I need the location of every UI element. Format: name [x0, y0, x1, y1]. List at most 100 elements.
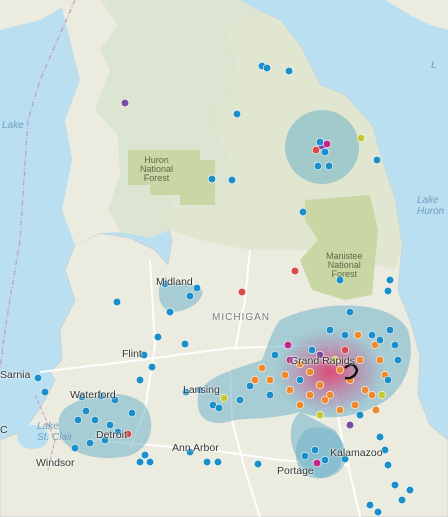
map-point-107[interactable] — [250, 375, 260, 385]
map-point-72[interactable] — [305, 367, 315, 377]
map-point-7[interactable] — [298, 207, 308, 217]
map-point-29[interactable] — [180, 339, 190, 349]
map-point-55[interactable] — [310, 445, 320, 455]
map-point-95[interactable] — [375, 335, 385, 345]
map-point-116[interactable] — [373, 507, 383, 517]
map-point-98[interactable] — [393, 355, 403, 365]
map-point-83[interactable] — [350, 400, 360, 410]
map-point-4[interactable] — [232, 109, 242, 119]
map-point-100[interactable] — [377, 390, 387, 400]
map-point-21[interactable] — [345, 307, 355, 317]
map-point-27[interactable] — [112, 297, 122, 307]
map-point-112[interactable] — [375, 432, 385, 442]
map-point-24[interactable] — [185, 291, 195, 301]
map-point-42[interactable] — [105, 420, 115, 430]
map-point-23[interactable] — [192, 283, 202, 293]
map-point-56[interactable] — [320, 455, 330, 465]
map-point-96[interactable] — [385, 325, 395, 335]
map-point-33[interactable] — [33, 373, 43, 383]
map-point-114[interactable] — [383, 460, 393, 470]
map-point-48[interactable] — [140, 450, 150, 460]
map-point-94[interactable] — [367, 330, 377, 340]
map-point-111[interactable] — [353, 330, 363, 340]
map-point-119[interactable] — [405, 485, 415, 495]
label-lake-east: Lake Huron — [417, 195, 444, 217]
map-point-106[interactable] — [265, 390, 275, 400]
map-point-63[interactable] — [235, 395, 245, 405]
label-lake-st-clair: Lake St. Clair — [37, 421, 73, 443]
map-point-93[interactable] — [340, 330, 350, 340]
map-point-12[interactable] — [320, 147, 330, 157]
label-lake-east-line1: Lake — [417, 195, 439, 206]
map-point-118[interactable] — [365, 500, 375, 510]
map-point-97[interactable] — [390, 340, 400, 350]
map-point-105[interactable] — [295, 375, 305, 385]
map-point-40[interactable] — [73, 415, 83, 425]
map-point-39[interactable] — [81, 406, 91, 416]
map-point-75[interactable] — [335, 365, 345, 375]
map-point-109[interactable] — [283, 340, 293, 350]
map-point-25[interactable] — [165, 307, 175, 317]
map-point-92[interactable] — [325, 325, 335, 335]
map-point-110[interactable] — [307, 345, 317, 355]
map-point-103[interactable] — [345, 420, 355, 430]
map-point-16[interactable] — [322, 139, 332, 149]
map-point-80[interactable] — [375, 355, 385, 365]
map-point-22[interactable] — [237, 287, 247, 297]
map-point-91[interactable] — [340, 345, 350, 355]
map-view[interactable]: Huron National Forest Manistee National … — [0, 0, 448, 517]
map-point-38[interactable] — [127, 408, 137, 418]
map-point-68[interactable] — [265, 375, 275, 385]
map-point-46[interactable] — [85, 438, 95, 448]
map-point-32[interactable] — [135, 375, 145, 385]
map-point-54[interactable] — [253, 459, 263, 469]
map-point-49[interactable] — [145, 457, 155, 467]
map-point-58[interactable] — [300, 451, 310, 461]
label-portage: Portage — [277, 465, 314, 477]
map-point-73[interactable] — [315, 380, 325, 390]
map-point-5[interactable] — [207, 174, 217, 184]
map-point-52[interactable] — [202, 457, 212, 467]
map-point-8[interactable] — [356, 133, 366, 143]
map-point-117[interactable] — [397, 495, 407, 505]
map-point-99[interactable] — [383, 375, 393, 385]
map-point-108[interactable] — [270, 350, 280, 360]
map-point-87[interactable] — [295, 400, 305, 410]
map-point-34[interactable] — [40, 387, 50, 397]
map-point-20[interactable] — [383, 286, 393, 296]
map-point-47[interactable] — [70, 443, 80, 453]
map-point-19[interactable] — [385, 275, 395, 285]
map-point-67[interactable] — [257, 363, 267, 373]
map-point-85[interactable] — [320, 395, 330, 405]
map-point-31[interactable] — [147, 362, 157, 372]
map-point-84[interactable] — [335, 405, 345, 415]
label-michigan: MICHIGAN — [212, 312, 270, 323]
map-point-3[interactable] — [120, 98, 130, 108]
map-point-50[interactable] — [135, 457, 145, 467]
map-point-1[interactable] — [262, 63, 272, 73]
map-point-41[interactable] — [90, 415, 100, 425]
map-point-102[interactable] — [355, 410, 365, 420]
map-point-77[interactable] — [355, 355, 365, 365]
map-point-14[interactable] — [324, 161, 334, 171]
map-point-86[interactable] — [305, 390, 315, 400]
map-point-78[interactable] — [360, 385, 370, 395]
map-point-2[interactable] — [284, 66, 294, 76]
map-point-17[interactable] — [290, 266, 300, 276]
map-point-70[interactable] — [285, 385, 295, 395]
map-point-57[interactable] — [312, 458, 322, 468]
map-point-6[interactable] — [227, 175, 237, 185]
map-point-53[interactable] — [213, 457, 223, 467]
map-point-82[interactable] — [367, 390, 377, 400]
label-sarnia: Sarnia — [0, 369, 31, 381]
map-point-101[interactable] — [371, 405, 381, 415]
map-point-9[interactable] — [372, 155, 382, 165]
map-point-13[interactable] — [313, 161, 323, 171]
map-point-28[interactable] — [153, 332, 163, 342]
map-point-62[interactable] — [214, 403, 224, 413]
map-point-61[interactable] — [219, 393, 229, 403]
map-point-115[interactable] — [390, 480, 400, 490]
map-point-104[interactable] — [315, 410, 325, 420]
map-point-69[interactable] — [280, 370, 290, 380]
map-point-15[interactable] — [315, 137, 325, 147]
